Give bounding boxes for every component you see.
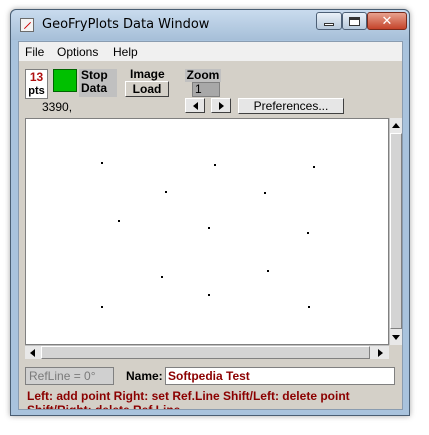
data-point[interactable] [307,232,309,234]
cursor-coords: 3390, [42,100,73,114]
menu-options[interactable]: Options [57,45,98,59]
arrow-left-icon [29,348,35,357]
refline-readout: RefLine = 0° [25,367,114,385]
data-point[interactable] [161,276,163,278]
data-point[interactable] [208,227,210,229]
load-image-button[interactable]: Load [125,81,169,97]
arrow-right-icon [377,348,383,357]
vertical-scroll-thumb[interactable] [390,133,402,329]
maximize-button[interactable] [342,12,367,30]
window-title: GeoFryPlots Data Window [42,17,210,32]
zoom-label: Zoom [185,68,221,82]
point-count: 13 [29,70,44,84]
mouse-hint-line-2: Shift/Right: delete Ref.Line [27,403,180,409]
title-bar[interactable]: GeoFryPlots Data Window ✕ [11,10,409,40]
menu-help[interactable]: Help [113,45,138,59]
close-button[interactable]: ✕ [367,12,407,30]
arrow-up-icon [392,122,400,128]
scroll-left-button[interactable] [25,346,39,359]
horizontal-scrollbar[interactable] [25,345,389,359]
maximize-icon [349,16,360,26]
minimize-button[interactable] [316,12,342,30]
stop-data-button[interactable]: Stop Data [79,69,117,97]
minimize-icon [324,22,334,26]
horizontal-scroll-thumb[interactable] [41,346,370,359]
name-field[interactable]: Softpedia Test [165,367,395,385]
close-icon: ✕ [381,13,393,29]
arrow-left-icon [192,101,198,110]
arrow-right-icon [218,101,224,110]
client-area: File Options Help 13 pts Stop Data 3390,… [18,41,403,410]
image-label: Image [130,67,165,81]
data-point[interactable] [313,166,315,168]
data-point[interactable] [214,164,216,166]
scroll-down-button[interactable] [390,330,402,344]
arrow-down-icon [392,334,400,340]
plot-area[interactable] [25,118,389,345]
mouse-hint-line-1: Left: add point Right: set Ref.Line Shif… [27,389,350,403]
point-count-unit: pts [28,85,45,97]
scroll-up-button[interactable] [390,118,402,132]
menu-file[interactable]: File [25,45,44,59]
point-count-box: 13 pts [25,69,48,99]
zoom-decrease-button[interactable] [185,98,205,113]
status-indicator[interactable] [53,69,77,92]
zoom-field[interactable]: 1 [192,82,220,97]
scroll-right-button[interactable] [373,346,387,359]
data-point[interactable] [101,306,103,308]
data-point[interactable] [101,162,103,164]
data-label: Data [81,81,108,95]
app-icon[interactable] [20,18,34,32]
preferences-button[interactable]: Preferences... [238,98,344,114]
data-point[interactable] [118,220,120,222]
data-point[interactable] [264,192,266,194]
app-window: GeoFryPlots Data Window ✕ File Options H… [10,9,410,416]
zoom-increase-button[interactable] [211,98,231,113]
menu-bar: File Options Help [19,42,402,61]
name-label: Name: [126,369,163,383]
data-point[interactable] [267,270,269,272]
data-point[interactable] [308,306,310,308]
data-point[interactable] [165,191,167,193]
plot-canvas[interactable] [26,119,388,344]
data-point[interactable] [208,294,210,296]
vertical-scrollbar[interactable] [389,118,402,345]
